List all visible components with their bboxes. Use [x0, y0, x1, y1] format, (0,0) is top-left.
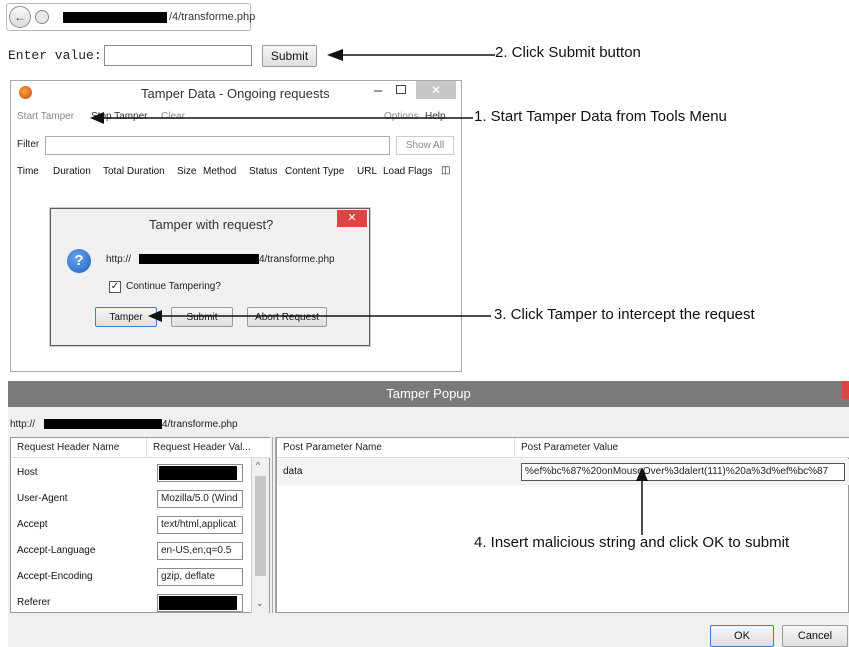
col-content-type[interactable]: Content Type: [285, 166, 344, 177]
show-all-button[interactable]: Show All: [396, 136, 454, 155]
dialog-redacted-host: [139, 254, 259, 264]
address-bar[interactable]: ← /4/transforme.php: [6, 3, 255, 31]
ok-button[interactable]: OK: [710, 625, 774, 647]
callout-step1: 1. Start Tamper Data from Tools Menu: [474, 108, 727, 125]
popup-redacted-host: [44, 419, 162, 429]
filter-row: Filter Show All: [11, 135, 461, 157]
callout-step4: 4. Insert malicious string and click OK …: [474, 534, 790, 551]
firefox-icon: [19, 86, 32, 99]
post-row-name: data: [283, 466, 303, 477]
col-load-flags[interactable]: Load Flags: [383, 166, 432, 177]
header-row-name: Referer: [17, 597, 51, 608]
window-title: Tamper Data - Ongoing requests: [141, 86, 330, 101]
window-titlebar: Tamper Data - Ongoing requests – ✕: [11, 81, 461, 106]
post-value-input[interactable]: %ef%bc%87%20onMouseOver%3dalert(111)%20a…: [521, 463, 845, 481]
close-icon[interactable]: ✕: [416, 81, 456, 99]
value-input[interactable]: [104, 45, 252, 66]
header-row-value[interactable]: [157, 594, 243, 612]
start-tamper-menu[interactable]: Start Tamper: [17, 111, 74, 122]
site-identity-icon: [35, 10, 49, 24]
post-value-column[interactable]: Post Parameter Value: [515, 438, 849, 458]
col-status[interactable]: Status: [249, 166, 277, 177]
header-row-value[interactable]: en-US,en;q=0.5: [157, 542, 243, 560]
scroll-thumb[interactable]: [255, 476, 266, 576]
arrow-step4: [636, 467, 648, 535]
popup-body: http:// 4/transforme.php Request Header …: [8, 407, 849, 647]
tamper-request-dialog: Tamper with request? ✕ ? http:// 4/trans…: [50, 208, 370, 346]
maximize-icon[interactable]: [396, 85, 406, 94]
col-method[interactable]: Method: [203, 166, 236, 177]
popup-close-icon[interactable]: [842, 381, 849, 399]
col-size[interactable]: Size: [177, 166, 196, 177]
popup-url-path: 4/transforme.php: [162, 419, 238, 430]
request-headers-table: Request Header Name Request Header Val..…: [10, 437, 270, 613]
submit-button[interactable]: Submit: [262, 45, 317, 67]
filter-label: Filter: [17, 139, 40, 150]
popup-url-prefix: http://: [10, 419, 36, 430]
header-row-value[interactable]: [157, 464, 243, 482]
filter-input[interactable]: [45, 136, 390, 155]
dialog-close-icon[interactable]: ✕: [337, 210, 367, 227]
redacted-host: [63, 12, 167, 23]
col-time[interactable]: Time: [17, 166, 39, 177]
request-columns: Time Duration Total Duration Size Method…: [11, 164, 461, 182]
minimize-icon[interactable]: –: [374, 82, 382, 99]
arrow-step2: [327, 49, 495, 61]
callout-step3: 3. Click Tamper to intercept the request: [494, 306, 755, 323]
header-name-column[interactable]: Request Header Name: [11, 438, 147, 458]
dialog-title: Tamper with request?: [149, 217, 274, 232]
header-row-name: Accept: [17, 519, 48, 530]
scroll-down-icon[interactable]: ⌄: [256, 598, 264, 609]
header-row-value[interactable]: text/html,applicat: [157, 516, 243, 534]
cancel-button[interactable]: Cancel: [782, 625, 848, 647]
continue-checkbox[interactable]: ✓: [109, 281, 121, 293]
question-icon: ?: [67, 249, 91, 273]
post-name-column[interactable]: Post Parameter Name: [277, 438, 515, 458]
url-path: /4/transforme.php: [169, 11, 256, 23]
header-row-value[interactable]: Mozilla/5.0 (Wind: [157, 490, 243, 508]
back-arrow-icon[interactable]: ←: [9, 6, 31, 28]
col-duration[interactable]: Duration: [53, 166, 91, 177]
header-row-name: User-Agent: [17, 493, 68, 504]
col-url[interactable]: URL: [357, 166, 377, 177]
column-picker-icon[interactable]: ◫: [441, 165, 450, 176]
form-label: Enter value:: [8, 48, 102, 63]
dialog-url-prefix: http://: [106, 254, 132, 265]
headers-scrollbar[interactable]: ^ ⌄: [251, 458, 269, 613]
header-row-name: Accept-Encoding: [17, 571, 93, 582]
header-value-column[interactable]: Request Header Val...: [147, 438, 270, 458]
header-row-value[interactable]: gzip, deflate: [157, 568, 243, 586]
dialog-url-path: 4/transforme.php: [259, 254, 335, 265]
col-total-duration[interactable]: Total Duration: [103, 166, 165, 177]
header-row-name: Host: [17, 467, 38, 478]
popup-titlebar: Tamper Popup: [8, 381, 849, 407]
arrow-step3: [148, 310, 491, 322]
continue-label: Continue Tampering?: [126, 281, 221, 292]
callout-step2: 2. Click Submit button: [495, 44, 641, 61]
popup-title: Tamper Popup: [386, 386, 471, 401]
arrow-step1: [90, 112, 473, 124]
post-parameters-table: Post Parameter Name Post Parameter Value…: [276, 437, 849, 613]
scroll-up-icon[interactable]: ^: [256, 460, 260, 470]
header-row-name: Accept-Language: [17, 545, 96, 556]
